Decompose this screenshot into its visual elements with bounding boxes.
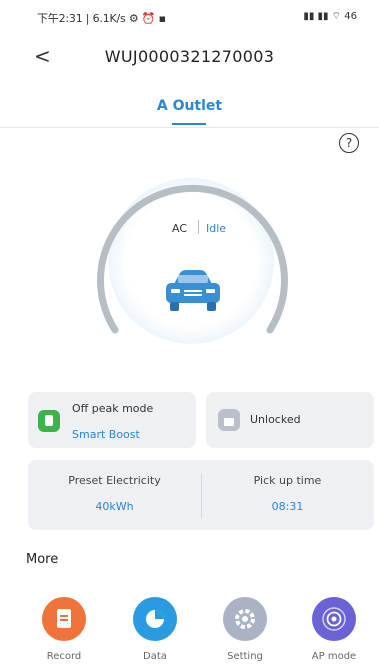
- data-label: Data: [143, 651, 167, 662]
- ap-mode-icon: [312, 597, 356, 641]
- pickup-time-value[interactable]: 08:31: [201, 500, 374, 513]
- charge-mode: AC: [172, 222, 188, 235]
- lock-status: Unlocked: [250, 413, 301, 426]
- lock-icon: [218, 409, 240, 431]
- off-peak-value: Smart Boost: [72, 428, 140, 441]
- preset-electricity-label: Preset Electricity: [68, 474, 161, 487]
- car-icon: [166, 270, 220, 311]
- charge-state: Idle: [206, 222, 227, 235]
- record-button[interactable]: Record: [34, 597, 94, 662]
- data-button[interactable]: Data: [125, 597, 185, 662]
- pickup-time-label: Pick up time: [253, 474, 322, 487]
- lock-card[interactable]: Unlocked: [206, 392, 374, 448]
- data-icon: [133, 597, 177, 641]
- setting-button[interactable]: Setting: [215, 597, 275, 662]
- record-icon: [42, 597, 86, 641]
- off-peak-card[interactable]: Off peak mode Smart Boost: [28, 392, 196, 448]
- gear-icon: [223, 597, 267, 641]
- preset-electricity-value[interactable]: 40kWh: [28, 500, 201, 513]
- ap-mode-button[interactable]: AP mode: [304, 597, 364, 662]
- charge-settings-card: Preset Electricity 40kWh Pick up time 08…: [28, 460, 374, 530]
- record-label: Record: [46, 651, 82, 662]
- setting-label: Setting: [227, 651, 263, 662]
- off-peak-icon: [38, 410, 60, 432]
- ap-mode-label: AP mode: [311, 651, 357, 662]
- off-peak-title: Off peak mode: [72, 402, 154, 415]
- more-heading: More: [26, 552, 59, 567]
- charge-separator: [198, 220, 199, 234]
